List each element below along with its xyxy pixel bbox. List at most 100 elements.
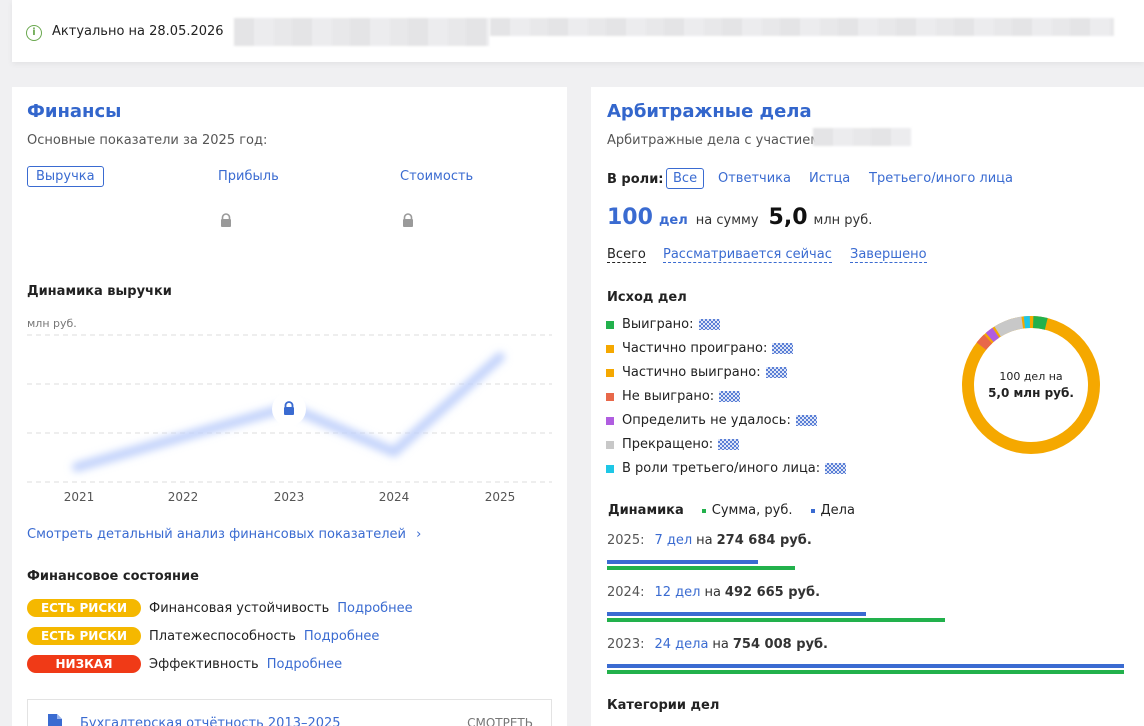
- categories-title: Категории дел: [607, 698, 720, 713]
- donut-segment: [985, 327, 1000, 343]
- finance-panel: Финансы Основные показатели за 2025 год:…: [12, 87, 567, 726]
- view-reports-button[interactable]: СМОТРЕТЬ: [467, 716, 533, 726]
- outcome-color-marker: [606, 440, 614, 449]
- details-link[interactable]: Подробнее: [337, 601, 412, 616]
- status-row-solvency: ЕСТЬ РИСКИ Платежеспособность Подробнее: [27, 626, 379, 646]
- outcome-label: Выиграно:: [622, 317, 694, 332]
- role-third-party-button[interactable]: Третьего/иного лица: [869, 171, 1013, 186]
- dynamics-on: на: [712, 637, 729, 652]
- cases-bar: [607, 560, 758, 564]
- chevron-right-icon: ›: [416, 527, 422, 542]
- hidden-value-placeholder: [825, 463, 847, 474]
- arbitration-title: Арбитражные дела: [607, 101, 812, 122]
- sum-bar: [607, 618, 945, 622]
- detailed-analysis-link-text[interactable]: Смотреть детальный анализ финансовых пок…: [27, 527, 406, 542]
- dynamics-row: 2024: 12 дел на 492 665 руб.: [607, 585, 820, 600]
- donut-segment: [976, 334, 993, 350]
- status-row-stability: ЕСТЬ РИСКИ Финансовая устойчивость Подро…: [27, 598, 413, 618]
- outcome-color-marker: [606, 464, 614, 473]
- hidden-company-name: [234, 18, 489, 46]
- details-link[interactable]: Подробнее: [267, 657, 342, 672]
- lock-icon: [221, 213, 231, 227]
- role-defendant-button[interactable]: Ответчика: [718, 171, 791, 186]
- sum-label: на сумму: [695, 213, 759, 228]
- hidden-value-placeholder: [698, 319, 720, 330]
- dynamics-cases-link[interactable]: 7 дел: [654, 533, 692, 548]
- outcome-legend-item: Частично выиграно:: [606, 365, 787, 380]
- role-plaintiff-button[interactable]: Истца: [809, 171, 850, 186]
- low-badge: НИЗКАЯ: [27, 655, 141, 673]
- filter-all[interactable]: Всего: [607, 247, 646, 263]
- dynamics-sum: 754 008 руб.: [732, 637, 828, 652]
- hidden-value-placeholder: [718, 439, 740, 450]
- revenue-dynamics-title: Динамика выручки: [27, 284, 172, 299]
- dynamics-row: 2023: 24 дела на 754 008 руб.: [607, 637, 828, 652]
- outcome-label: Определить не удалось:: [622, 413, 791, 428]
- tab-value[interactable]: Стоимость: [400, 169, 473, 184]
- lock-icon: [403, 213, 413, 227]
- cases-bar: [607, 664, 1124, 668]
- x-tick-label: 2024: [379, 490, 410, 504]
- donut-label-line1: 100 дел на: [999, 370, 1062, 383]
- sum-value: 5,0: [768, 205, 808, 230]
- outcome-label: Частично проиграно:: [622, 341, 768, 356]
- donut-segment: [1032, 316, 1048, 330]
- outcome-color-marker: [606, 320, 614, 329]
- sum-bar: [607, 670, 1124, 674]
- x-tick-label: 2022: [168, 490, 199, 504]
- dynamics-title: Динамика: [608, 503, 684, 518]
- detailed-analysis-link[interactable]: Смотреть детальный анализ финансовых пок…: [27, 527, 421, 542]
- sum-unit: млн руб.: [813, 213, 873, 228]
- risk-badge: ЕСТЬ РИСКИ: [27, 599, 141, 617]
- hidden-company-name: [813, 128, 911, 146]
- tab-revenue[interactable]: Выручка: [27, 166, 104, 187]
- outcome-label: В роли третьего/иного лица:: [622, 461, 821, 476]
- legend-cases-marker: [810, 508, 815, 513]
- filter-in-progress[interactable]: Рассматривается сейчас: [663, 247, 832, 263]
- outcome-label: Не выиграно:: [622, 389, 715, 404]
- outcome-legend-item: Прекращено:: [606, 437, 740, 452]
- role-label: В роли:: [607, 172, 664, 187]
- state-label: Эффективность: [149, 656, 259, 672]
- arbitration-panel: Арбитражные дела Арбитражные дела с учас…: [591, 87, 1144, 726]
- finance-title: Финансы: [27, 101, 122, 122]
- outcome-title: Исход дел: [607, 290, 687, 305]
- outcome-color-marker: [606, 392, 614, 401]
- legend-cases-label: Дела: [820, 503, 855, 518]
- donut-segment: [994, 316, 1024, 337]
- reports-card[interactable]: Бухгалтерская отчётность 2013–2025 СМОТР…: [27, 699, 552, 726]
- filter-completed[interactable]: Завершено: [850, 247, 927, 263]
- outcome-color-marker: [606, 368, 614, 377]
- dynamics-header: Динамика Сумма, руб. Дела: [608, 503, 855, 518]
- role-all-button[interactable]: Все: [666, 168, 705, 189]
- dynamics-year: 2024:: [607, 585, 645, 600]
- outcome-legend-item: Определить не удалось:: [606, 413, 817, 428]
- dynamics-on: на: [704, 585, 721, 600]
- outcome-label: Прекращено:: [622, 437, 714, 452]
- details-link[interactable]: Подробнее: [304, 629, 379, 644]
- financial-state-title: Финансовое состояние: [27, 569, 199, 584]
- outcome-legend-item: Не выиграно:: [606, 389, 741, 404]
- dynamics-cases-link[interactable]: 24 дела: [654, 637, 708, 652]
- revenue-chart: 2021 2022 2023 2024 2025: [27, 334, 552, 504]
- outcome-legend-item: В роли третьего/иного лица:: [606, 461, 847, 476]
- outcome-legend-item: Частично проиграно:: [606, 341, 794, 356]
- legend-sum-label: Сумма, руб.: [711, 503, 793, 518]
- dynamics-on: на: [696, 533, 713, 548]
- finance-subtitle: Основные показатели за 2025 год:: [27, 133, 268, 148]
- x-tick-label: 2021: [64, 490, 95, 504]
- actual-date-text: Актуально на 28.05.2026: [52, 24, 224, 39]
- state-label: Платежеспособность: [149, 628, 296, 644]
- cases-summary: 100 дел на сумму 5,0 млн руб.: [607, 205, 872, 230]
- outcome-donut-chart: 100 дел на 5,0 млн руб.: [962, 316, 1100, 454]
- reports-link[interactable]: Бухгалтерская отчётность 2013–2025: [80, 716, 341, 726]
- x-tick-label: 2023: [274, 490, 305, 504]
- outcome-color-marker: [606, 344, 614, 353]
- dynamics-year: 2023:: [607, 637, 645, 652]
- dynamics-cases-link[interactable]: 12 дел: [654, 585, 700, 600]
- hidden-value-placeholder: [772, 343, 794, 354]
- legend-sum-marker: [701, 508, 706, 513]
- tab-profit[interactable]: Прибыль: [218, 169, 279, 184]
- cases-count: 100: [607, 205, 653, 230]
- status-row-efficiency: НИЗКАЯ Эффективность Подробнее: [27, 654, 342, 674]
